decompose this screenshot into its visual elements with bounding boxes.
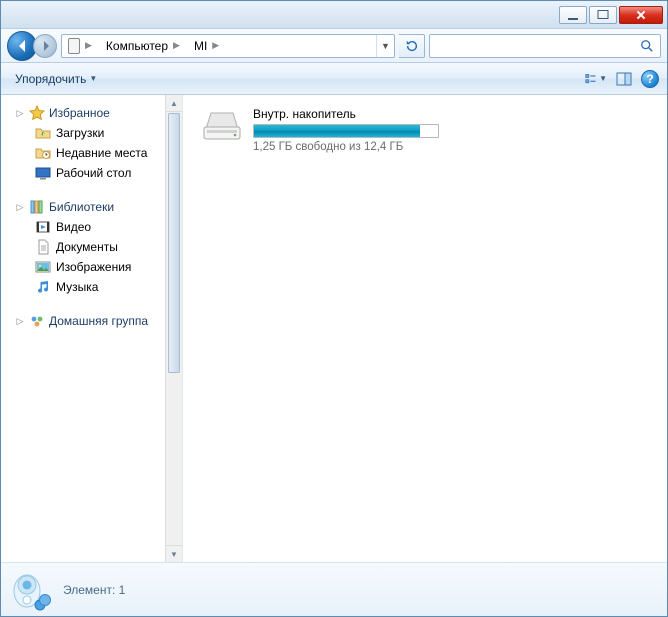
chevron-down-icon: ▼ [599, 74, 607, 83]
recent-icon [35, 145, 51, 161]
tree-header-label: Избранное [49, 106, 110, 120]
navbar: ▶ Компьютер ▶ MI ▶ ▼ [1, 29, 667, 63]
refresh-icon [405, 39, 419, 53]
minimize-button[interactable] [559, 6, 587, 24]
organize-label: Упорядочить [15, 72, 86, 86]
libraries-icon [29, 199, 45, 215]
status-text: Элемент: 1 [63, 583, 125, 597]
maximize-button[interactable] [589, 6, 617, 24]
homegroup-icon [29, 313, 45, 329]
tree-header-label: Домашняя группа [49, 314, 148, 328]
video-icon [35, 219, 51, 235]
downloads-icon [35, 125, 51, 141]
toolbar: Упорядочить ▼ ▼ ? [1, 63, 667, 95]
tree-header-libraries[interactable]: ▷ Библиотеки [1, 197, 182, 217]
device-icon [68, 38, 80, 54]
scroll-down-icon[interactable]: ▼ [166, 545, 182, 562]
expand-icon: ▷ [15, 316, 25, 327]
address-bar[interactable]: ▶ Компьютер ▶ MI ▶ ▼ [61, 34, 395, 58]
favorites-icon [29, 105, 45, 121]
preview-pane-button[interactable] [613, 68, 635, 90]
drive-capacity-bar [253, 124, 439, 138]
sidebar-item-label: Загрузки [56, 126, 104, 140]
chevron-down-icon: ▼ [89, 74, 97, 83]
sidebar-item-desktop[interactable]: Рабочий стол [1, 163, 182, 183]
drive-capacity-fill [254, 125, 420, 137]
pictures-icon [35, 259, 51, 275]
breadcrumb-root[interactable]: ▶ [62, 35, 100, 57]
preview-pane-icon [616, 71, 632, 87]
expand-icon: ▷ [15, 108, 25, 119]
tree-header-homegroup[interactable]: ▷ Домашняя группа [1, 311, 182, 331]
scrollbar-thumb[interactable] [168, 113, 180, 373]
expand-icon: ▷ [15, 202, 25, 213]
help-icon: ? [646, 72, 653, 86]
sidebar-item-label: Изображения [56, 260, 131, 274]
music-icon [35, 279, 51, 295]
body: ▷ Избранное Загрузки Недавние места [1, 95, 667, 562]
navigation-pane: ▷ Избранное Загрузки Недавние места [1, 95, 183, 562]
desktop-icon [35, 165, 51, 181]
sidebar-item-pictures[interactable]: Изображения [1, 257, 182, 277]
sidebar-item-label: Видео [56, 220, 91, 234]
tree-group-homegroup: ▷ Домашняя группа [1, 311, 182, 331]
sidebar-item-downloads[interactable]: Загрузки [1, 123, 182, 143]
sidebar-item-label: Документы [56, 240, 118, 254]
search-icon [640, 39, 654, 53]
sidebar-item-documents[interactable]: Документы [1, 237, 182, 257]
sidebar-item-recent[interactable]: Недавние места [1, 143, 182, 163]
sidebar-item-music[interactable]: Музыка [1, 277, 182, 297]
breadcrumb-label: MI [194, 39, 207, 53]
tree-group-libraries: ▷ Библиотеки Видео Документы [1, 197, 182, 297]
organize-button[interactable]: Упорядочить ▼ [9, 69, 103, 89]
drive-icon [201, 107, 243, 143]
content-pane: Внутр. накопитель 1,25 ГБ свободно из 12… [183, 95, 667, 562]
drive-item-internal-storage[interactable]: Внутр. накопитель 1,25 ГБ свободно из 12… [197, 103, 457, 157]
tree-group-favorites: ▷ Избранное Загрузки Недавние места [1, 103, 182, 183]
status-device-icon [11, 569, 51, 611]
view-options-icon [585, 71, 597, 87]
tree-header-label: Библиотеки [49, 200, 114, 214]
help-button[interactable]: ? [641, 70, 659, 88]
sidebar-item-video[interactable]: Видео [1, 217, 182, 237]
drive-subtitle: 1,25 ГБ свободно из 12,4 ГБ [253, 141, 453, 153]
breadcrumb-label: Компьютер [106, 39, 168, 53]
forward-button[interactable] [33, 34, 57, 58]
tree-header-favorites[interactable]: ▷ Избранное [1, 103, 182, 123]
sidebar-item-label: Недавние места [56, 146, 147, 160]
search-box[interactable] [429, 34, 661, 58]
breadcrumb-computer[interactable]: Компьютер ▶ [100, 35, 188, 57]
scroll-up-icon[interactable]: ▲ [166, 95, 182, 112]
documents-icon [35, 239, 51, 255]
refresh-button[interactable] [399, 34, 425, 58]
close-button[interactable] [619, 6, 663, 24]
nav-buttons [7, 31, 57, 61]
sidebar-item-label: Рабочий стол [56, 166, 131, 180]
titlebar [1, 1, 667, 29]
status-bar: Элемент: 1 [1, 562, 667, 616]
view-options-button[interactable]: ▼ [585, 68, 607, 90]
sidebar-item-label: Музыка [56, 280, 98, 294]
address-dropdown[interactable]: ▼ [376, 35, 394, 57]
drive-info: Внутр. накопитель 1,25 ГБ свободно из 12… [253, 107, 453, 153]
drive-title: Внутр. накопитель [253, 107, 453, 121]
sidebar-scrollbar[interactable]: ▲ ▼ [165, 95, 182, 562]
breadcrumb-mi[interactable]: MI ▶ [188, 35, 227, 57]
